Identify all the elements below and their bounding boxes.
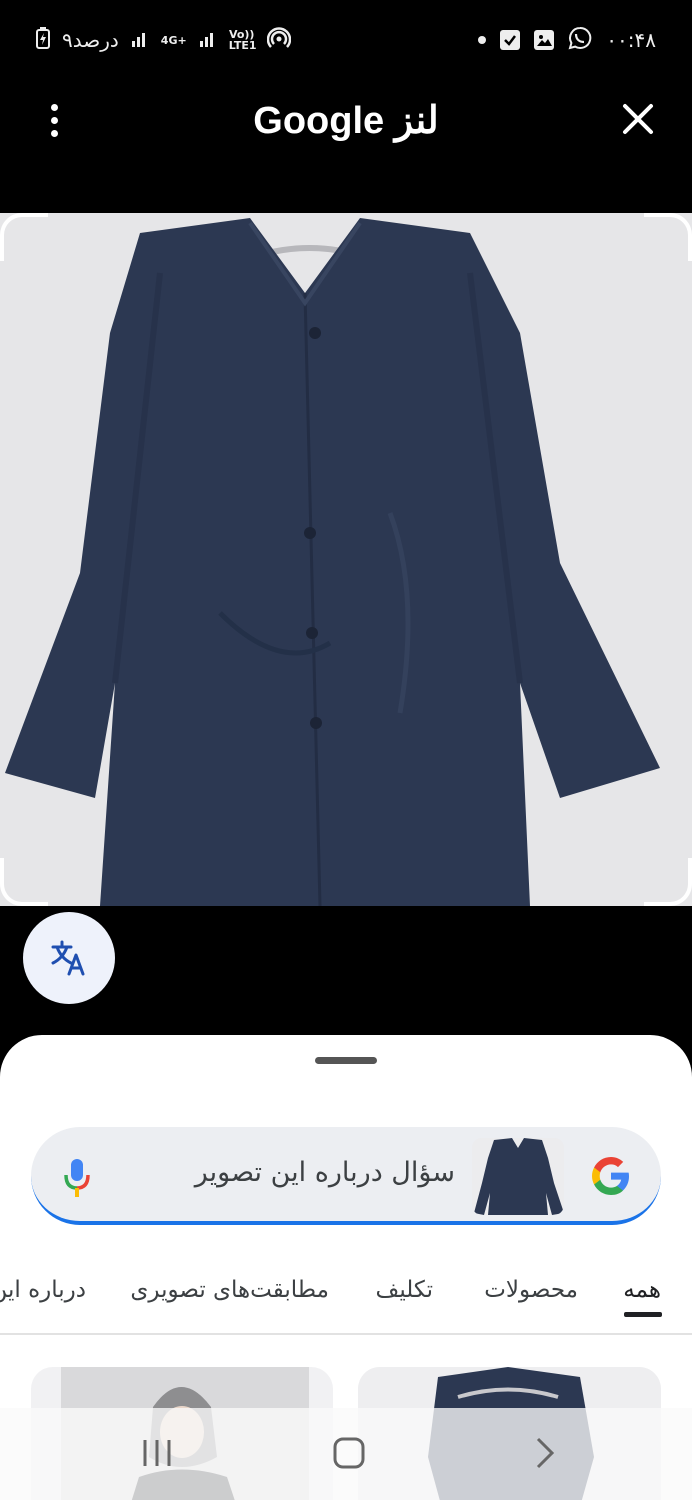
home-button[interactable]	[332, 1436, 366, 1470]
status-right: ۰۰:۴۸	[478, 26, 656, 55]
lens-image[interactable]	[0, 213, 692, 906]
crop-corner-tr[interactable]	[644, 213, 692, 261]
results-tabs: همه محصولات تکلیف مطابقت‌های تصویری دربا…	[0, 1265, 692, 1335]
search-thumbnail[interactable]	[472, 1138, 564, 1215]
whatsapp-icon	[568, 26, 592, 55]
google-g-button[interactable]	[588, 1153, 634, 1199]
gallery-notification-icon	[534, 30, 555, 50]
app-header: لنز Google	[0, 80, 692, 160]
crop-corner-br[interactable]	[644, 858, 692, 906]
close-icon	[623, 104, 653, 134]
crop-corner-tl[interactable]	[0, 213, 48, 261]
recent-apps-icon	[143, 1440, 171, 1466]
mic-button[interactable]	[61, 1157, 93, 1199]
google-g-icon	[592, 1157, 629, 1195]
crop-corner-bl[interactable]	[0, 858, 48, 906]
drag-handle[interactable]	[315, 1057, 377, 1064]
battery-text: ۹درصد	[62, 28, 119, 52]
thumbnail-image	[472, 1138, 564, 1215]
search-box[interactable]: سؤال درباره این تصویر	[31, 1127, 661, 1225]
tab-about[interactable]: درباره این	[0, 1277, 86, 1303]
translate-icon	[51, 940, 85, 976]
battery-icon	[36, 26, 50, 54]
home-icon	[333, 1437, 365, 1469]
network-type: 4G+	[160, 33, 187, 47]
tab-products[interactable]: محصولات	[484, 1277, 578, 1303]
garment-photo	[0, 213, 692, 906]
status-left: ۹درصد 4G+ Vo)) LTE1	[36, 26, 291, 55]
close-button[interactable]	[614, 98, 662, 142]
signal-icon	[131, 28, 149, 52]
mic-icon	[64, 1159, 90, 1197]
status-bar: ۹درصد 4G+ Vo)) LTE1 ۰۰:۴۸	[0, 0, 692, 80]
tab-homework[interactable]: تکلیف	[376, 1277, 433, 1303]
tab-all[interactable]: همه	[623, 1277, 661, 1303]
recent-apps-button[interactable]	[140, 1436, 174, 1470]
hotspot-icon	[266, 26, 291, 55]
search-input[interactable]: سؤال درباره این تصویر	[195, 1157, 455, 1188]
signal-icon-2	[199, 28, 217, 52]
translate-button[interactable]	[23, 912, 115, 1004]
clock-time: ۰۰:۴۸	[606, 28, 656, 52]
system-nav-bar	[0, 1408, 692, 1500]
tab-active-indicator	[624, 1312, 662, 1317]
chevron-right-icon	[536, 1437, 555, 1469]
tab-visual-matches[interactable]: مطابقت‌های تصویری	[130, 1277, 329, 1303]
notification-dot-icon	[478, 36, 487, 44]
volte-indicator: Vo)) LTE1	[228, 28, 257, 52]
page-title: لنز Google	[253, 100, 439, 142]
back-button[interactable]	[528, 1436, 562, 1470]
check-notification-icon	[500, 30, 521, 50]
